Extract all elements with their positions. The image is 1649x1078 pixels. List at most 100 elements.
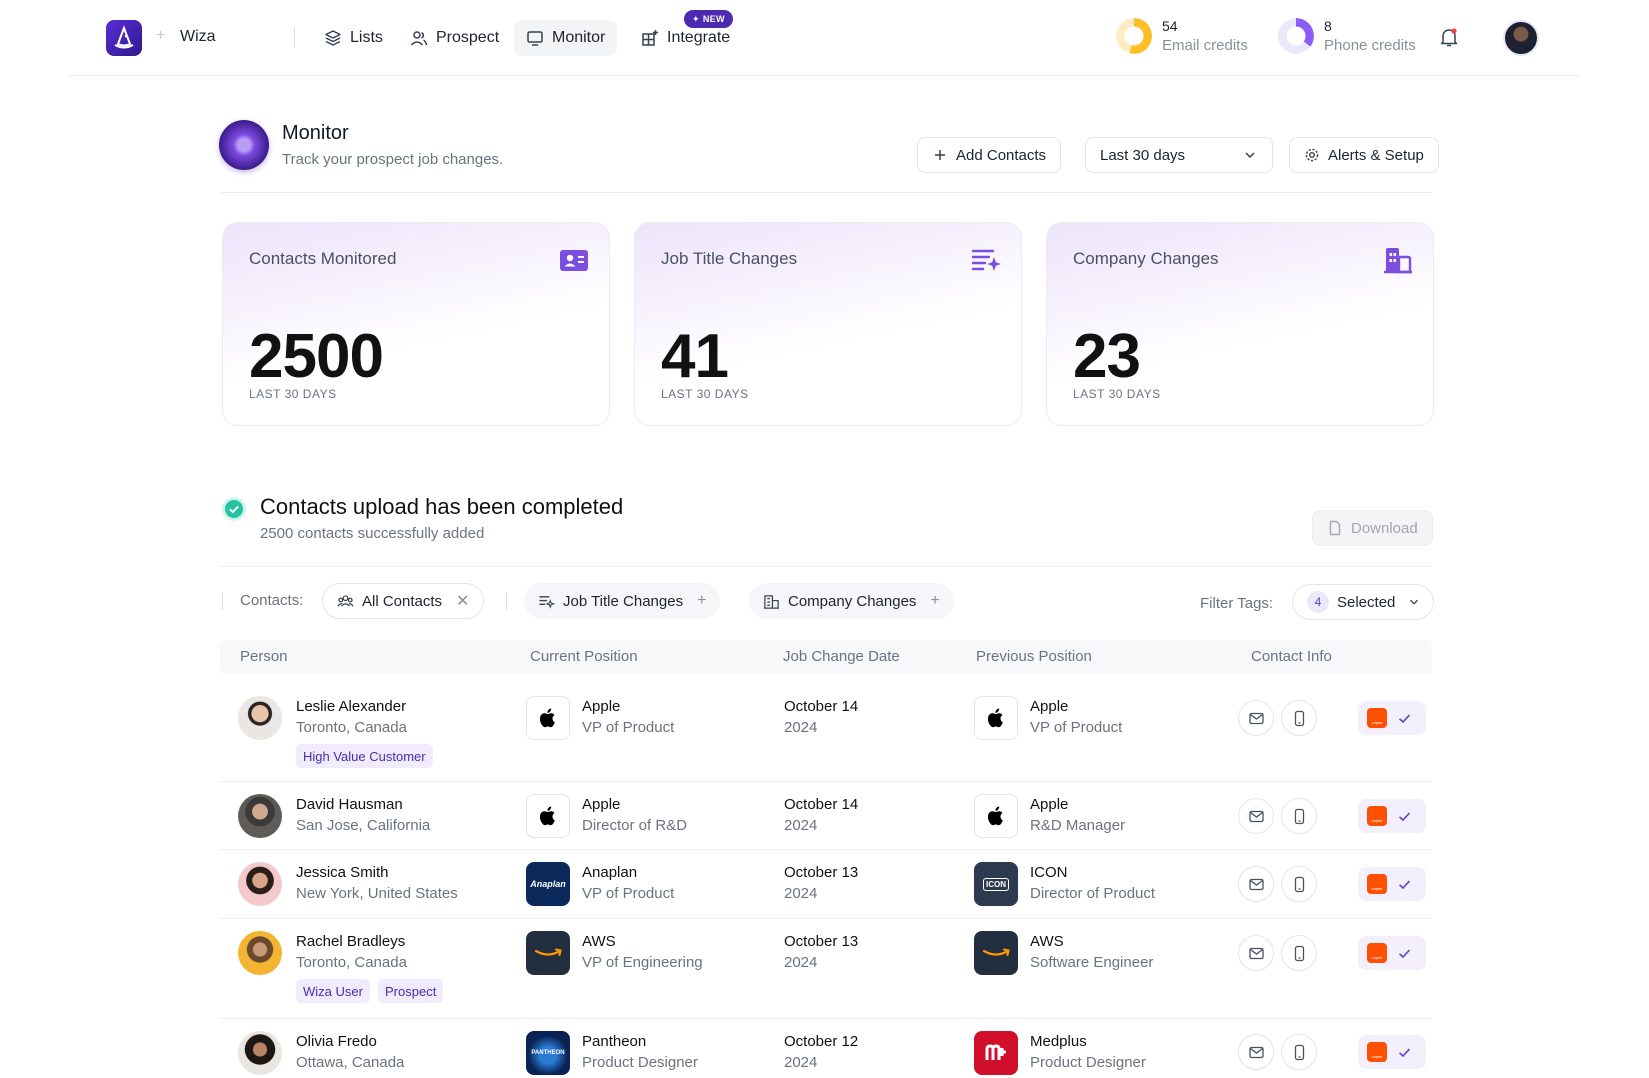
- job-title-changes-label: Job Title Changes: [563, 592, 684, 610]
- download-button[interactable]: Download: [1312, 510, 1433, 546]
- zapier-sync-status[interactable]: zapier: [1358, 1035, 1426, 1069]
- zapier-sync-status[interactable]: zapier: [1358, 799, 1426, 833]
- current-company-name: AWS: [582, 933, 616, 950]
- notification-bell-icon[interactable]: [1438, 26, 1460, 48]
- apple-logo-icon: [987, 806, 1003, 826]
- previous-company-name: Apple: [1030, 698, 1069, 715]
- nav-item-prospect[interactable]: Prospect: [398, 20, 511, 56]
- zapier-logo: zapier: [1367, 874, 1387, 894]
- checkmark-icon: [1398, 879, 1411, 889]
- email-credits[interactable]: 54 Email credits: [1116, 18, 1248, 54]
- close-icon[interactable]: ✕: [456, 591, 469, 611]
- zapier-sync-status[interactable]: zapier: [1358, 936, 1426, 970]
- page-subtitle: Track your prospect job changes.: [282, 151, 504, 168]
- mobile-phone-icon: [1294, 945, 1304, 961]
- checkmark-icon: [1398, 713, 1411, 723]
- all-contacts-chip[interactable]: All Contacts ✕: [322, 583, 485, 619]
- email-button[interactable]: [1238, 1034, 1274, 1070]
- stat-card-contacts-monitored: Contacts Monitored 2500 LAST 30 DAYS: [222, 222, 610, 426]
- table-row[interactable]: David Hausman San Jose, California Apple…: [220, 782, 1432, 850]
- previous-company-name: ICON: [1030, 864, 1068, 881]
- person-name[interactable]: Jessica Smith: [296, 864, 389, 881]
- table-row[interactable]: Rachel Bradleys Toronto, Canada Wiza Use…: [220, 919, 1432, 1019]
- zapier-sync-status[interactable]: zapier: [1358, 867, 1426, 901]
- person-tag[interactable]: High Value Customer: [296, 744, 433, 768]
- person-tag[interactable]: Wiza User: [296, 979, 370, 1003]
- nav-item-label: Integrate: [667, 29, 731, 46]
- aws-logo-icon: [982, 948, 1010, 956]
- nav-item-integrate[interactable]: Integrate: [629, 20, 742, 56]
- company-changes-chip[interactable]: Company Changes +: [749, 583, 954, 619]
- nav-item-lists[interactable]: Lists: [312, 20, 395, 56]
- column-header-previous-position[interactable]: Previous Position: [976, 648, 1092, 665]
- mail-icon: [1248, 947, 1264, 959]
- user-avatar[interactable]: [1503, 20, 1539, 56]
- email-button[interactable]: [1238, 866, 1274, 902]
- person-location: Toronto, Canada: [296, 954, 407, 971]
- table-row[interactable]: Leslie Alexander Toronto, Canada High Va…: [220, 674, 1432, 782]
- file-icon: [1329, 520, 1341, 536]
- aws-logo-icon: [534, 948, 562, 956]
- current-role: Director of R&D: [582, 817, 688, 834]
- email-button[interactable]: [1238, 700, 1274, 736]
- list-sparkle-icon: [539, 595, 555, 609]
- chevron-down-icon: [1245, 152, 1255, 159]
- current-role: VP of Product: [582, 885, 675, 902]
- stat-card-job-title-changes: Job Title Changes 41 LAST 30 DAYS: [634, 222, 1022, 426]
- job-change-year: 2024: [784, 1054, 818, 1071]
- job-change-year: 2024: [784, 719, 818, 736]
- column-header-current-position[interactable]: Current Position: [530, 648, 638, 665]
- building-icon: [763, 594, 780, 609]
- alerts-setup-button[interactable]: Alerts & Setup: [1289, 137, 1439, 173]
- email-button[interactable]: [1238, 798, 1274, 834]
- person-location: Toronto, Canada: [296, 719, 407, 736]
- current-company-logo: [526, 696, 570, 740]
- workspace-name[interactable]: Wiza: [180, 28, 216, 46]
- person-name[interactable]: Rachel Bradleys: [296, 933, 405, 950]
- person-name[interactable]: Leslie Alexander: [296, 698, 406, 715]
- column-header-job-change-date[interactable]: Job Change Date: [783, 648, 900, 665]
- anaplan-logo: Anaplan: [530, 879, 566, 889]
- email-button[interactable]: [1238, 935, 1274, 971]
- phone-button[interactable]: [1281, 798, 1317, 834]
- zapier-logo: zapier: [1367, 943, 1387, 963]
- column-header-contact-info[interactable]: Contact Info: [1251, 648, 1332, 665]
- previous-company-logo: [974, 931, 1018, 975]
- phone-button[interactable]: [1281, 866, 1317, 902]
- column-header-person[interactable]: Person: [240, 648, 288, 665]
- phone-credits[interactable]: 8 Phone credits: [1278, 18, 1416, 54]
- wiza-logo[interactable]: [106, 20, 142, 56]
- phone-button[interactable]: [1281, 700, 1317, 736]
- header-divider: [220, 192, 1432, 193]
- current-company-name: Pantheon: [582, 1033, 647, 1050]
- plus-icon[interactable]: +: [697, 592, 706, 610]
- person-tag[interactable]: Prospect: [378, 979, 444, 1003]
- phone-credits-ring: [1278, 18, 1314, 54]
- filter-tags-select[interactable]: 4 Selected: [1292, 584, 1435, 620]
- mobile-phone-icon: [1294, 876, 1304, 892]
- icon-logo: ICON: [983, 877, 1009, 891]
- phone-button[interactable]: [1281, 935, 1317, 971]
- mobile-phone-icon: [1294, 1044, 1304, 1060]
- period-select[interactable]: Last 30 days: [1085, 137, 1273, 173]
- phone-button[interactable]: [1281, 1034, 1317, 1070]
- add-contacts-button[interactable]: Add Contacts: [917, 137, 1062, 173]
- person-name[interactable]: David Hausman: [296, 796, 403, 813]
- wizard-hat-icon: [114, 25, 134, 49]
- stat-card-value: 2500: [249, 322, 384, 391]
- users-icon: [410, 31, 428, 46]
- table-row[interactable]: Jessica Smith New York, United States An…: [220, 850, 1432, 919]
- nav-item-label: Prospect: [436, 29, 500, 46]
- job-change-date: October 14: [784, 796, 859, 813]
- table-row[interactable]: Olivia Fredo Ottawa, Canada PANTHEON Pan…: [220, 1019, 1432, 1078]
- person-location: San Jose, California: [296, 817, 431, 834]
- plus-icon[interactable]: +: [930, 592, 939, 610]
- email-credits-ring: [1116, 18, 1152, 54]
- nav-item-monitor[interactable]: Monitor: [514, 20, 618, 56]
- previous-company-logo: [974, 1031, 1018, 1075]
- person-name[interactable]: Olivia Fredo: [296, 1033, 377, 1050]
- job-title-changes-chip[interactable]: Job Title Changes +: [524, 583, 721, 619]
- gear-icon: [1305, 148, 1319, 162]
- nav-item-label: Monitor: [552, 29, 606, 46]
- zapier-sync-status[interactable]: zapier: [1358, 701, 1426, 735]
